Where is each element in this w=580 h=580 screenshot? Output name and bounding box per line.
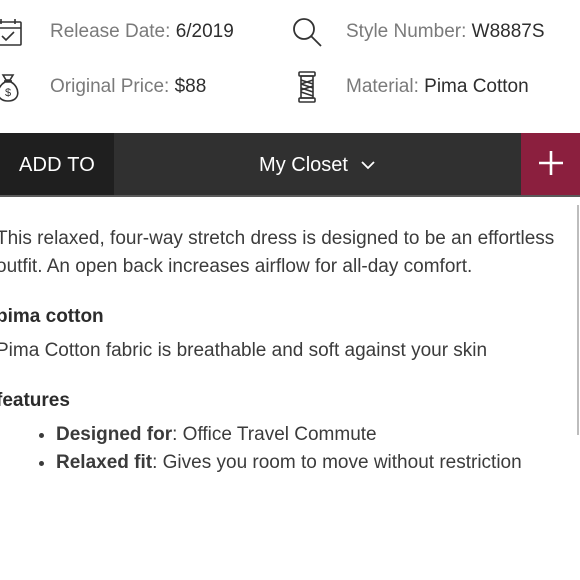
calendar-icon [0,12,28,52]
svg-text:$: $ [5,87,11,99]
feature-term: Designed for [56,424,173,445]
original-price-item: $ Original Price: $88 [0,67,206,107]
style-number-value: W8887S [471,21,545,42]
style-number-label: Style Number: [346,21,467,42]
list-item: Relaxed fit: Gives you room to move with… [56,449,580,477]
list-item: Designed for: Office Travel Commute [56,421,580,449]
feature-text: : Gives you room to move without restric… [152,452,522,473]
thread-spool-icon [287,67,327,107]
closet-dropdown-value: My Closet [259,153,348,176]
search-icon [287,12,327,52]
product-info-grid: Release Date: 6/2019 Style Number: W8887… [0,0,580,120]
add-to-closet-bar: ADD TO My Closet [0,133,580,197]
plus-icon [538,150,564,181]
features-heading: features [0,390,70,411]
add-button[interactable] [521,133,580,197]
closet-dropdown[interactable]: My Closet [114,133,521,197]
description-line-1: This relaxed, four-way stretch dress is … [0,228,555,249]
pima-cotton-heading: pima cotton [0,306,104,327]
release-date-label: Release Date: [50,21,171,42]
pima-cotton-text: Pima Cotton fabric is breathable and sof… [0,340,488,361]
description-line-2: outfit. An open back increases airflow f… [0,256,473,277]
release-date-item: Release Date: 6/2019 [0,12,234,52]
style-number-item: Style Number: W8887S [287,12,545,52]
feature-term: Relaxed fit [56,452,153,473]
add-to-label: ADD TO [0,133,114,197]
material-value: Pima Cotton [424,76,529,97]
material-label: Material: [346,76,419,97]
product-description: This relaxed, four-way stretch dress is … [0,225,580,477]
features-list: Designed for: Office Travel Commute Rela… [0,421,580,477]
material-item: Material: Pima Cotton [287,67,529,107]
release-date-value: 6/2019 [175,21,234,42]
original-price-label: Original Price: [50,76,170,97]
money-bag-icon: $ [0,67,28,107]
chevron-down-icon [360,159,376,171]
divider [0,195,580,197]
original-price-value: $88 [174,76,207,97]
feature-text: : Office Travel Commute [172,424,377,445]
